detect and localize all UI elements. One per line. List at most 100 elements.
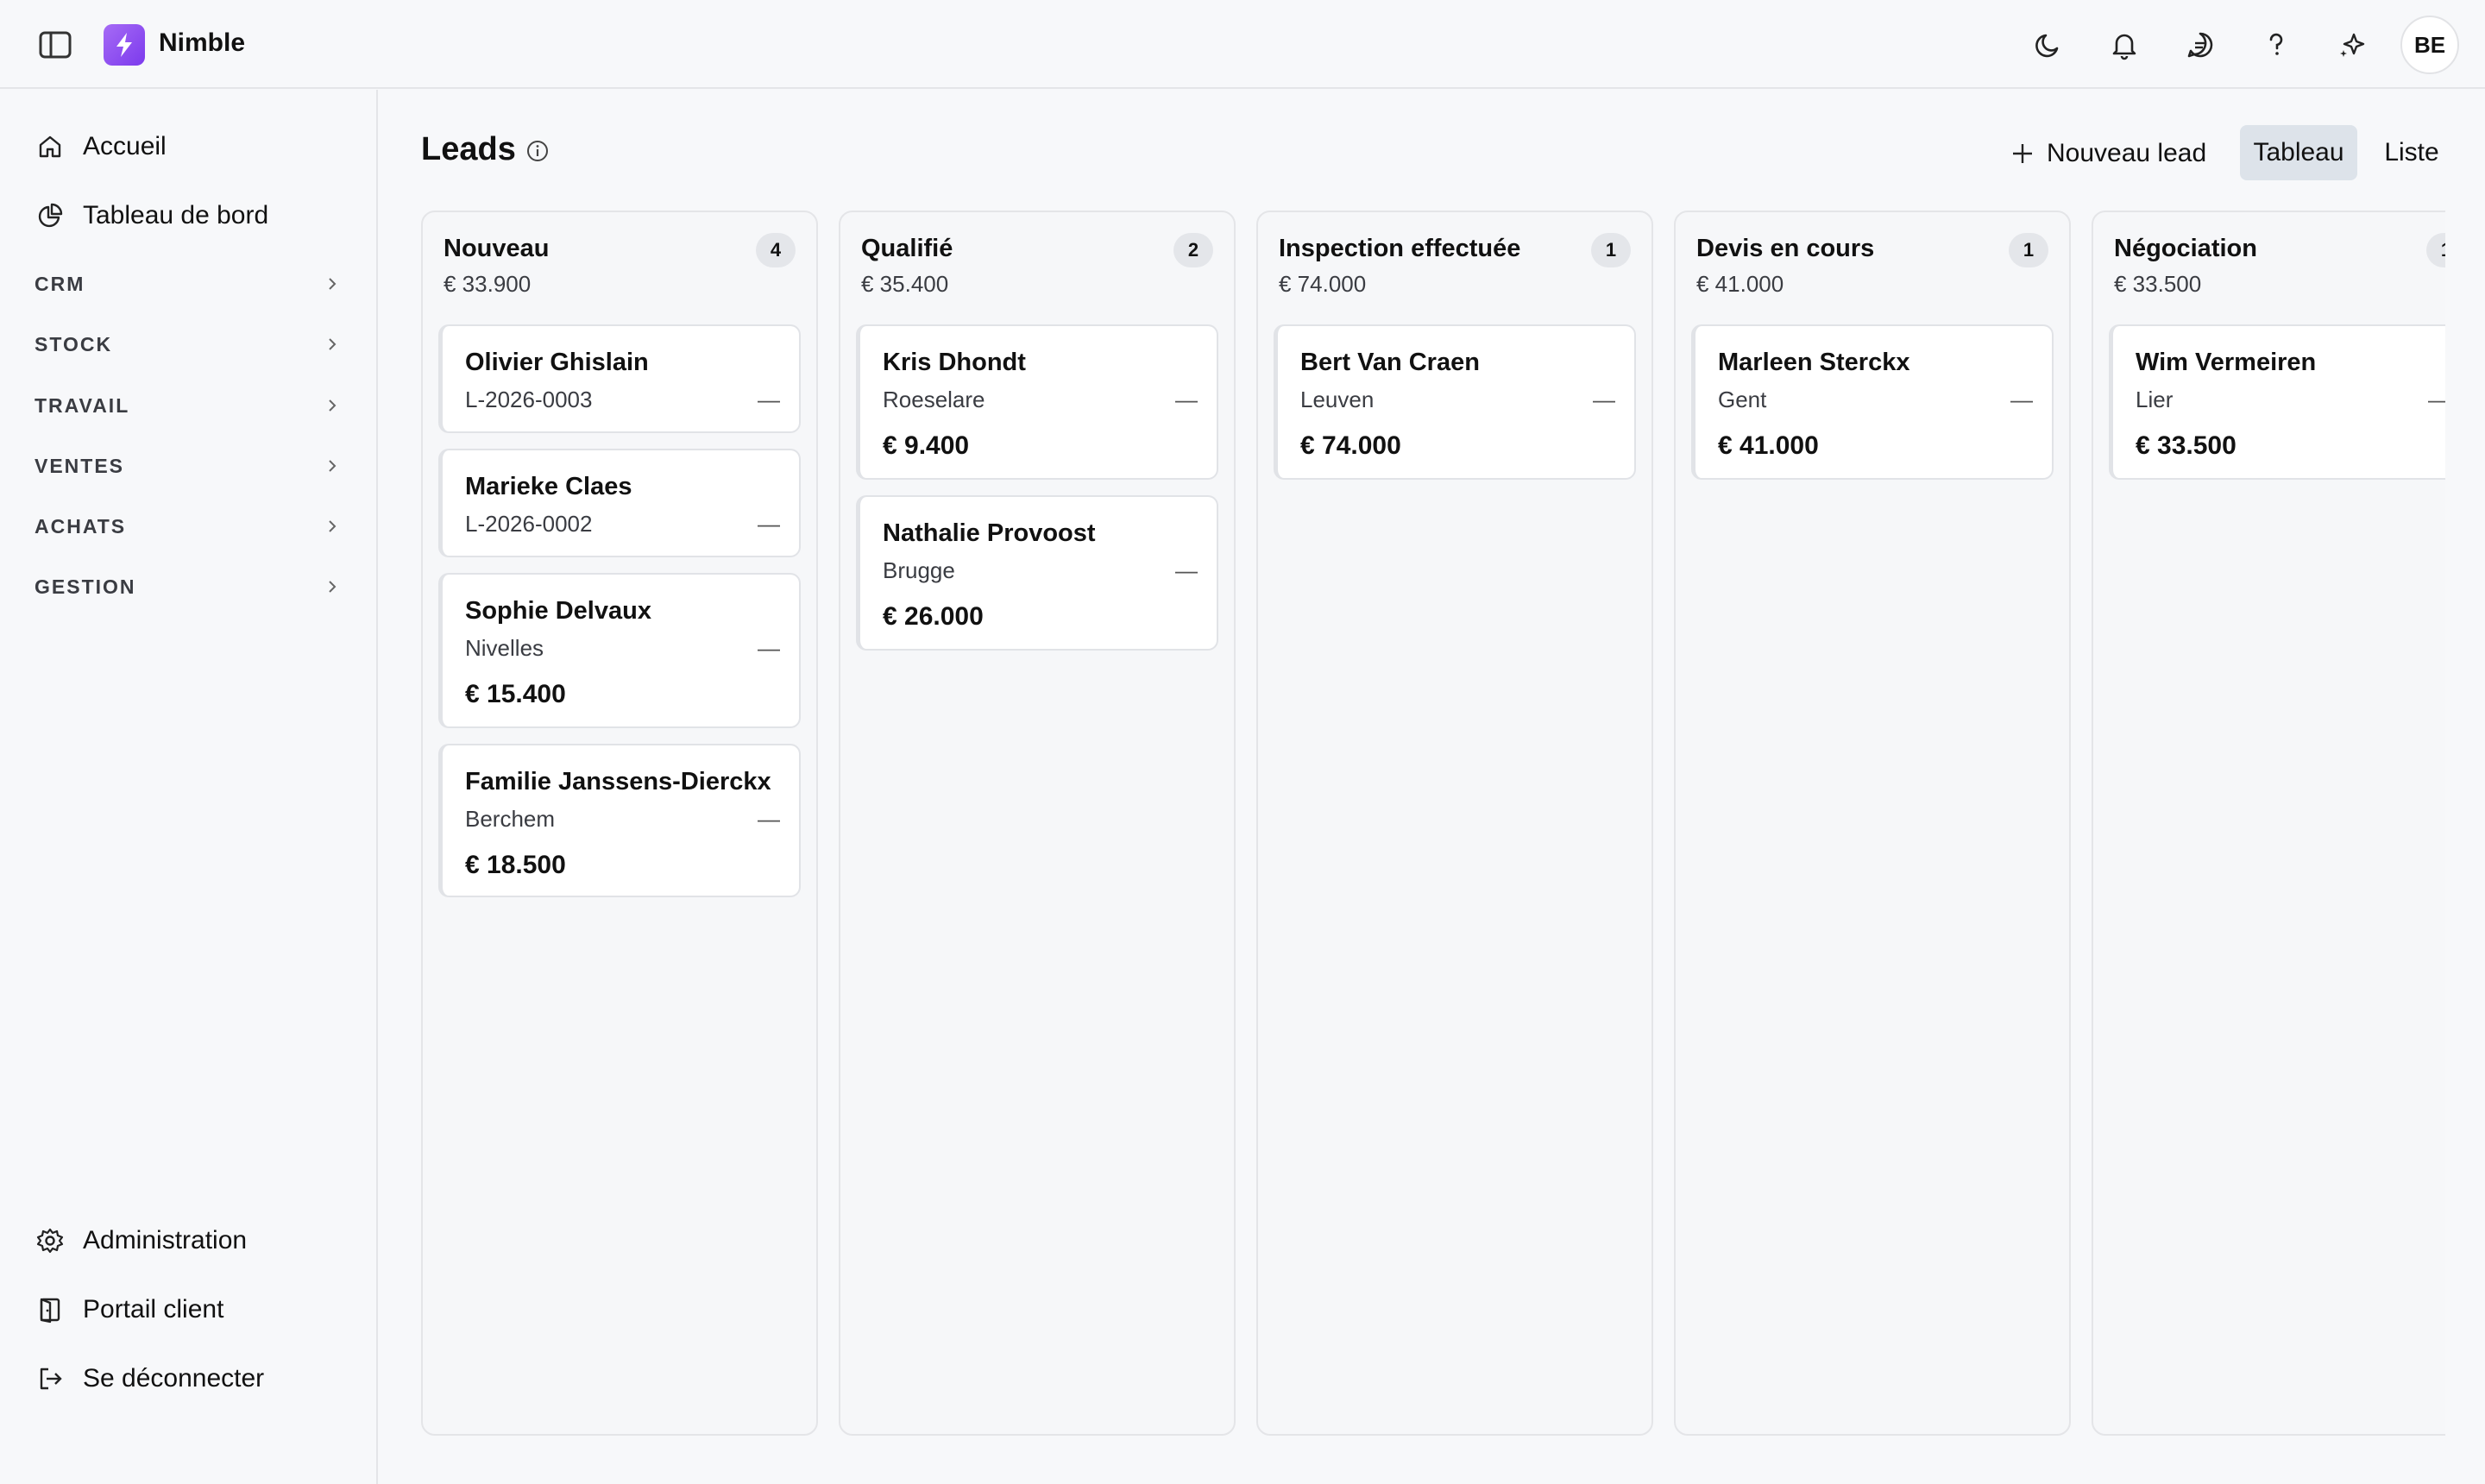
column-title: Devis en cours (1696, 235, 1875, 262)
sidebar-section-achats[interactable]: ACHATS (35, 505, 345, 548)
tab-tableau[interactable]: Tableau (2240, 125, 2357, 180)
chat-icon[interactable] (2162, 16, 2238, 74)
chevron-right-icon (319, 393, 345, 418)
lead-card[interactable]: Wim Vermeiren Lier — € 33.500 (2109, 324, 2445, 480)
column-title: Négociation (2114, 235, 2257, 262)
lead-placeholder: — (2428, 387, 2445, 413)
lead-name: Sophie Delvaux (465, 597, 651, 625)
lead-card[interactable]: Marleen Sterckx Gent — € 41.000 (1691, 324, 2054, 480)
lead-location: Roeselare (883, 387, 985, 412)
lead-placeholder: — (758, 635, 780, 661)
lead-card[interactable]: Kris Dhondt Roeselare — € 9.400 (856, 324, 1218, 480)
sidebar-item-administration[interactable]: Administration (35, 1215, 345, 1267)
logo-icon[interactable] (104, 24, 145, 66)
column-total: € 35.400 (861, 271, 949, 297)
column-count-badge: 1 (2009, 233, 2048, 267)
lead-location: Berchem (465, 806, 556, 832)
section-label: ACHATS (35, 514, 127, 538)
lead-placeholder: — (1593, 387, 1615, 412)
sidebar-item-label: Se déconnecter (83, 1364, 265, 1393)
lead-amount: € 41.000 (1718, 431, 1819, 460)
page-title: Leads (421, 131, 516, 167)
lead-card[interactable]: Bert Van Craen Leuven — € 74.000 (1274, 324, 1636, 480)
sidebar-item-accueil[interactable]: Accueil (35, 121, 345, 173)
column-devis-en-cours: Devis en cours € 41.000 1 Marleen Sterck… (1674, 211, 2071, 1436)
gear-icon (35, 1225, 66, 1256)
lead-amount: € 74.000 (1300, 431, 1401, 460)
lead-card[interactable]: Familie Janssens-Dierckx Berchem — € 18.… (438, 744, 801, 897)
lead-amount: € 33.500 (2136, 431, 2236, 460)
section-label: GESTION (35, 575, 136, 598)
app-name: Nimble (159, 28, 246, 57)
column-inspection-effectuee: Inspection effectuée € 74.000 1 Bert Van… (1256, 211, 1653, 1436)
lead-placeholder: — (1175, 557, 1198, 583)
bell-icon[interactable] (2086, 16, 2162, 74)
avatar[interactable]: BE (2400, 16, 2459, 74)
kanban-board: Nouveau € 33.900 4 Olivier Ghislain L-20… (421, 211, 2445, 1436)
tab-liste[interactable]: Liste (2366, 125, 2457, 180)
lead-name: Marieke Claes (465, 473, 632, 500)
lead-card[interactable]: Sophie Delvaux Nivelles — € 15.400 (438, 573, 801, 728)
info-icon[interactable] (525, 138, 550, 164)
lead-location: Brugge (883, 557, 955, 583)
section-label: VENTES (35, 454, 125, 477)
lead-placeholder: — (2010, 387, 2033, 412)
new-lead-button[interactable]: Nouveau lead (2010, 126, 2206, 181)
lead-name: Wim Vermeiren (2136, 349, 2317, 376)
pie-chart-icon (35, 200, 66, 231)
chevron-right-icon (319, 271, 345, 297)
lead-placeholder: — (758, 387, 780, 412)
lead-name: Olivier Ghislain (465, 349, 649, 376)
lead-name: Kris Dhondt (883, 349, 1026, 376)
lead-location: Lier (2136, 387, 2174, 412)
sidebar-item-label: Portail client (83, 1295, 224, 1324)
sidebar-item-portail-client[interactable]: Portail client (35, 1284, 345, 1336)
lead-card[interactable]: Nathalie Provoost Brugge — € 26.000 (856, 495, 1218, 651)
sparkle-icon[interactable] (2314, 16, 2390, 74)
help-icon[interactable] (2238, 16, 2314, 74)
lead-card[interactable]: Marieke Claes L-2026-0002 — (438, 449, 801, 557)
column-total: € 33.900 (444, 271, 532, 297)
logout-icon (35, 1363, 66, 1394)
sidebar-item-label: Administration (83, 1226, 248, 1254)
lead-amount: € 18.500 (465, 851, 566, 879)
chevron-right-icon (319, 574, 345, 600)
column-total: € 74.000 (1279, 271, 1367, 297)
sidebar-item-se-deconnecter[interactable]: Se déconnecter (35, 1353, 345, 1405)
top-icons: BE (2010, 16, 2459, 74)
section-label: CRM (35, 272, 85, 295)
lead-name: Nathalie Provoost (883, 519, 1096, 547)
column-title: Qualifié (861, 235, 953, 262)
column-total: € 33.500 (2114, 271, 2202, 297)
lead-name: Marleen Sterckx (1718, 349, 1910, 376)
sidebar-section-gestion[interactable]: GESTION (35, 565, 345, 608)
top-bar: Nimble BE (0, 0, 2485, 89)
sidebar: Accueil Tableau de bord CRM STOCK TRAVAI… (0, 90, 378, 1484)
lead-reference: L-2026-0002 (465, 511, 593, 537)
lead-amount: € 26.000 (883, 602, 984, 631)
lead-name: Familie Janssens-Dierckx (465, 768, 771, 795)
lead-amount: € 15.400 (465, 680, 566, 708)
sidebar-section-travail[interactable]: TRAVAIL (35, 384, 345, 427)
column-negociation: Négociation € 33.500 1 Wim Vermeiren Lie… (2092, 211, 2445, 1436)
lead-card[interactable]: Olivier Ghislain L-2026-0003 — (438, 324, 801, 433)
sidebar-item-label: Accueil (83, 132, 167, 160)
lead-location: Leuven (1300, 387, 1375, 412)
chevron-right-icon (319, 331, 345, 357)
lead-location: Nivelles (465, 635, 544, 661)
column-count-badge: 2 (1173, 233, 1213, 267)
moon-icon[interactable] (2010, 16, 2086, 74)
sidebar-item-tableau-de-bord[interactable]: Tableau de bord (35, 190, 345, 242)
lead-location: Gent (1718, 387, 1767, 412)
lead-placeholder: — (758, 806, 780, 832)
lead-amount: € 9.400 (883, 431, 970, 460)
section-label: STOCK (35, 332, 113, 355)
home-icon (35, 131, 66, 162)
sidebar-toggle-icon[interactable] (38, 29, 72, 60)
sidebar-section-ventes[interactable]: VENTES (35, 444, 345, 487)
lead-reference: L-2026-0003 (465, 387, 593, 412)
sidebar-section-crm[interactable]: CRM (35, 262, 345, 305)
section-label: TRAVAIL (35, 393, 130, 417)
portal-icon (35, 1294, 66, 1325)
sidebar-section-stock[interactable]: STOCK (35, 323, 345, 366)
